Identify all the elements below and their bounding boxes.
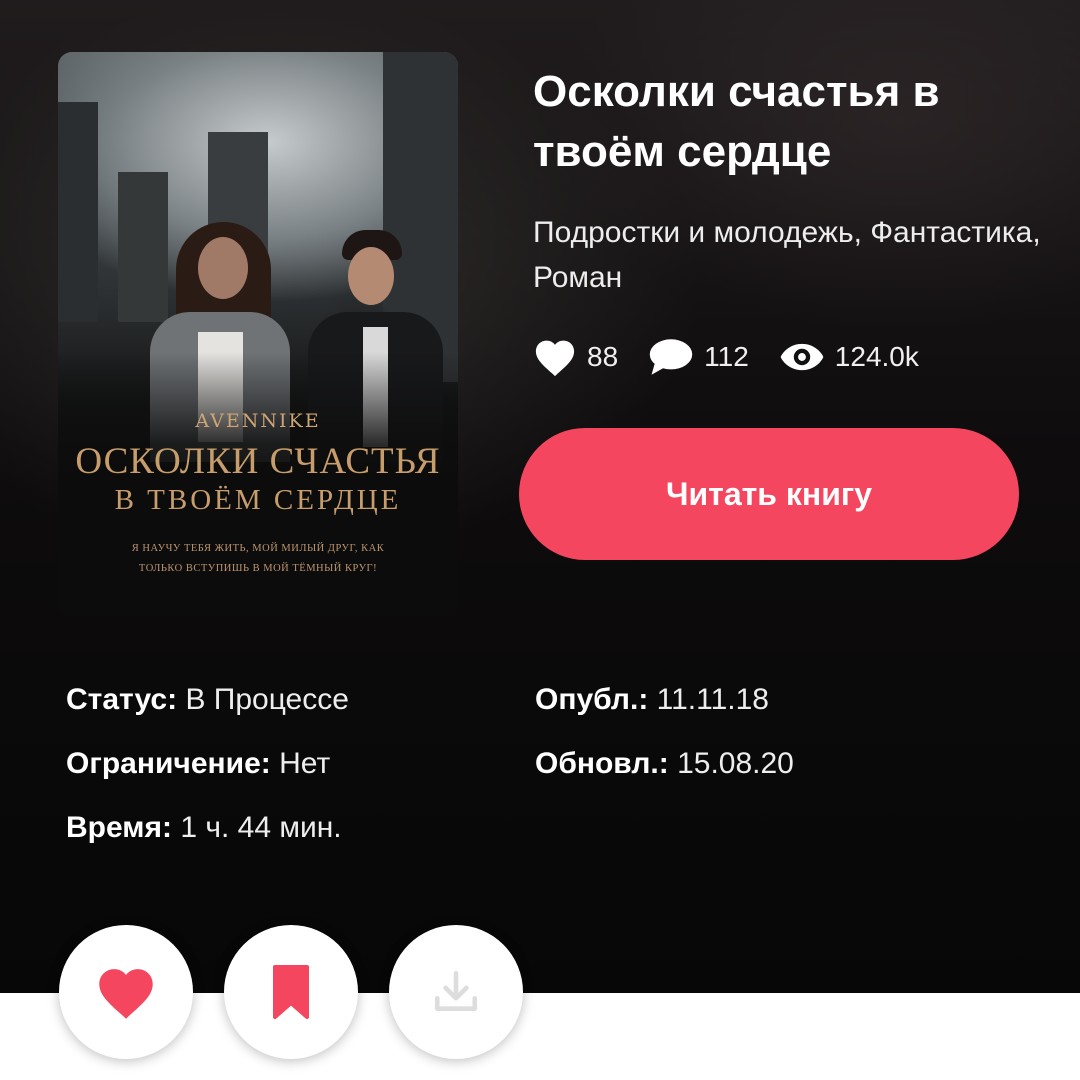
cover-figure-face xyxy=(348,247,394,305)
updated-row: Обновл.: 15.08.20 xyxy=(535,747,794,781)
status-label: Статус: xyxy=(66,683,178,716)
updated-value: 15.08.20 xyxy=(677,747,794,780)
cover-tagline: Я НАУЧУ ТЕБЯ ЖИТЬ, МОЙ МИЛЫЙ ДРУГ, КАК Т… xyxy=(78,539,438,579)
cover-author: AVENNIKE xyxy=(195,410,321,432)
comments-stat: 112 xyxy=(648,337,749,377)
eye-icon xyxy=(780,343,824,371)
read-book-button[interactable]: Читать книгу xyxy=(519,428,1019,560)
book-cover-image: AVENNIKE ОСКОЛКИ СЧАСТЬЯ В ТВОЁМ СЕРДЦЕ … xyxy=(58,52,458,617)
published-value: 11.11.18 xyxy=(656,683,769,716)
download-icon xyxy=(434,970,478,1011)
heart-icon xyxy=(99,969,153,1019)
published-row: Опубл.: 11.11.18 xyxy=(535,683,769,717)
heart-icon xyxy=(535,340,575,377)
status-row: Статус: В Процессе xyxy=(66,683,349,717)
cover-figure-face xyxy=(198,237,248,299)
bookmark-button[interactable] xyxy=(224,925,358,1059)
cover-title-line2: В ТВОЁМ СЕРДЦЕ xyxy=(114,484,402,516)
time-value: 1 ч. 44 мин. xyxy=(180,811,342,844)
published-label: Опубл.: xyxy=(535,683,649,716)
status-value: В Процессе xyxy=(185,683,349,716)
cover-tagline-line2: ТОЛЬКО ВСТУПИШЬ В МОЙ ТЁМНЫЙ КРУГ! xyxy=(138,563,378,574)
book-genres: Подростки и молодежь, Фантастика, Роман xyxy=(533,216,1041,294)
restriction-row: Ограничение: Нет xyxy=(66,747,330,781)
updated-label: Обновл.: xyxy=(535,747,669,780)
time-row: Время: 1 ч. 44 мин. xyxy=(66,811,342,845)
restriction-value: Нет xyxy=(279,747,331,780)
book-stats: 88 112 124.0k xyxy=(533,332,1053,382)
restriction-label: Ограничение: xyxy=(66,747,271,780)
comments-count: 112 xyxy=(704,341,749,372)
likes-stat: 88 xyxy=(533,337,618,377)
cover-title-line1: ОСКОЛКИ СЧАСТЬЯ xyxy=(75,441,441,482)
book-title: Осколки счастья в твоём сердце xyxy=(533,67,940,176)
speech-bubble-icon xyxy=(649,339,693,375)
bookmark-icon xyxy=(273,965,309,1019)
views-stat: 124.0k xyxy=(779,341,919,373)
download-button[interactable] xyxy=(389,925,523,1059)
cover-building xyxy=(58,102,98,322)
favorite-button[interactable] xyxy=(59,925,193,1059)
time-label: Время: xyxy=(66,811,172,844)
cover-tagline-line1: Я НАУЧУ ТЕБЯ ЖИТЬ, МОЙ МИЛЫЙ ДРУГ, КАК xyxy=(131,543,385,554)
views-count: 124.0k xyxy=(834,341,919,372)
likes-count: 88 xyxy=(587,341,619,372)
